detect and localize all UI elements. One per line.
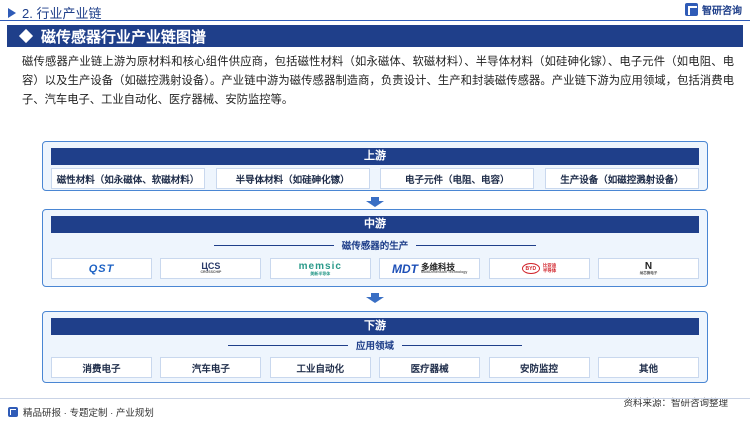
brand-name: 智研咨询 [702, 6, 742, 17]
section-title: 2. 行业产业链 [8, 3, 101, 22]
qst-mark: QST [88, 262, 115, 275]
logo-crosschip: ЦCS CROSSCHIP [160, 258, 262, 279]
intro-paragraph: 磁传感器产业链上游为原材料和核心组件供应商，包括磁性材料（如永磁体、软磁材料）、… [22, 56, 734, 106]
logo-memsic: memsic 美新半导体 [269, 258, 371, 279]
header-divider [0, 20, 750, 21]
byd-mark: BYD [521, 263, 540, 274]
downstream-subtitle-row: 应用领域 [43, 338, 707, 352]
upstream-title: 上游 [51, 148, 699, 165]
footer-divider [0, 398, 750, 399]
downstream-subtitle: 应用领域 [355, 341, 394, 352]
downstream-title: 下游 [51, 318, 699, 335]
brand-icon [685, 3, 698, 16]
memsic-sub: 美新半导体 [310, 270, 331, 276]
divider [416, 244, 537, 246]
novosense-sub: 纳芯微电子 [639, 270, 658, 275]
company-logos: QST ЦCS CROSSCHIP memsic 美新半导体 MDT 多维科技 … [51, 258, 699, 279]
brand-icon [8, 407, 18, 417]
footer-tagline: 精品研报 · 专题定制 · 产业规划 [8, 405, 154, 419]
downstream-item: 工业自动化 [269, 357, 371, 378]
down-arrow-icon [366, 197, 384, 207]
divider [227, 344, 348, 346]
midstream-subtitle-row: 磁传感器的生产 [43, 238, 707, 252]
logo-novosense: N 纳芯微电子 [597, 258, 699, 279]
title-banner: 磁传感器行业产业链图谱 [7, 25, 743, 47]
upstream-items: 磁性材料（如永磁体、软磁材料） 半导体材料（如硅砷化镓） 电子元件（电阻、电容）… [51, 168, 699, 189]
midstream-subtitle: 磁传感器的生产 [341, 241, 409, 252]
logo-mdt: MDT 多维科技 MultiDimension Technology [379, 258, 481, 279]
downstream-item: 医疗器械 [379, 357, 481, 378]
downstream-item: 其他 [597, 357, 699, 378]
upstream-item: 电子元件（电阻、电容） [380, 168, 535, 189]
upstream-item: 生产设备（如磁控溅射设备） [544, 168, 699, 189]
logo-byd: BYD 比亚迪 半导体 [488, 258, 590, 279]
footer-tagline-text: 精品研报 · 专题定制 · 产业规划 [23, 408, 154, 419]
downstream-panel: 下游 应用领域 消费电子 汽车电子 工业自动化 医疗器械 安防监控 其他 [42, 311, 708, 383]
logo-qst: QST [51, 258, 152, 279]
section-title-text: 2. 行业产业链 [22, 6, 102, 21]
upstream-item: 半导体材料（如硅砷化镓） [215, 168, 370, 189]
downstream-item: 汽车电子 [160, 357, 262, 378]
downstream-items: 消费电子 汽车电子 工业自动化 医疗器械 安防监控 其他 [51, 357, 699, 378]
crosschip-sub: CROSSCHIP [200, 270, 222, 275]
divider [402, 344, 522, 346]
mdt-mark: MDT [391, 261, 418, 276]
page-title: 磁传感器行业产业链图谱 [41, 28, 207, 46]
upstream-panel: 上游 磁性材料（如永磁体、软磁材料） 半导体材料（如硅砷化镓） 电子元件（电阻、… [42, 141, 708, 191]
diamond-icon [18, 28, 34, 44]
down-arrow-icon [366, 293, 384, 303]
midstream-title: 中游 [51, 216, 699, 233]
mdt-sub: MultiDimension Technology [420, 270, 468, 274]
midstream-panel: 中游 磁传感器的生产 QST ЦCS CROSSCHIP memsic 美新半导… [42, 209, 708, 287]
divider [213, 244, 334, 246]
downstream-item: 安防监控 [488, 357, 590, 378]
brand-logo: 智研咨询 [685, 2, 742, 17]
downstream-item: 消费电子 [51, 357, 152, 378]
upstream-item: 磁性材料（如永磁体、软磁材料） [51, 168, 205, 189]
triangle-icon [8, 7, 16, 18]
byd-line2: 半导体 [542, 267, 557, 273]
memsic-mark: memsic [298, 260, 342, 272]
